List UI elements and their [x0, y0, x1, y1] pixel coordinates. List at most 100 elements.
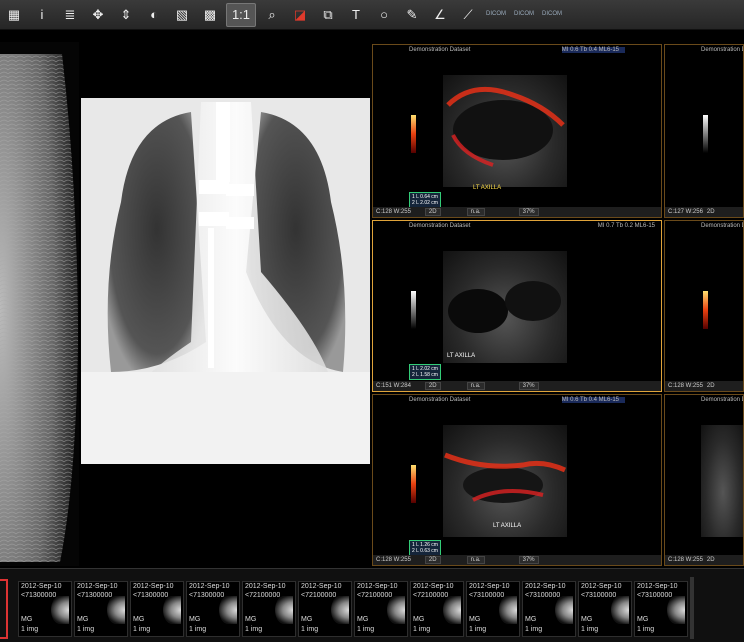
- window-level: C:128 W:255: [668, 557, 703, 563]
- mode-label: 2D: [706, 209, 715, 215]
- color-scale-icon: [411, 465, 416, 503]
- zoom-icon[interactable]: ⌕: [260, 3, 284, 27]
- magnify-icon[interactable]: ○: [372, 3, 396, 27]
- copy-icon[interactable]: ⧉: [316, 3, 340, 27]
- probe-info: MI 0.6 Tb 0.4 ML6-15: [561, 47, 625, 53]
- window-level: C:128 W:255: [376, 557, 411, 563]
- thumbnail-image: [219, 596, 237, 624]
- thumbnail-id: <72100000: [301, 592, 337, 599]
- thumbnail-modality: MG: [581, 616, 593, 623]
- series-thumbnail[interactable]: 2012-Sep-10 <73100000 MG 1 img: [466, 581, 520, 637]
- thumbnail-date: 2012-Sep-10: [525, 583, 566, 590]
- zoom-select[interactable]: 37%: [518, 382, 539, 390]
- series-thumbnail[interactable]: 2012-Sep-10 <72100000 MG 1 img: [298, 581, 352, 637]
- thumbnail-id: <71300000: [21, 592, 57, 599]
- series-thumbnail[interactable]: 2012-Sep-10 <73100000 MG 1 img: [522, 581, 576, 637]
- ultrasound-viewport-6[interactable]: Demonstration Dataset C:128 W:255 2D: [664, 394, 744, 566]
- mode-label: 2D: [706, 557, 715, 563]
- thumbnail-image: [331, 596, 349, 624]
- thumbnail-date: 2012-Sep-10: [469, 583, 510, 590]
- angle-icon[interactable]: ∠: [428, 3, 452, 27]
- series-thumbnail[interactable]: 2012-Sep-10 <71300000 MG 1 img: [130, 581, 184, 637]
- series-thumbnail[interactable]: 2012-Sep-10 <73100000 MG 1 img: [634, 581, 688, 637]
- viewport-footer: C:128 W:255 2D: [665, 555, 743, 565]
- grid-icon[interactable]: ▩: [198, 3, 222, 27]
- viewport-footer: C:128 W:255 2D: [665, 381, 743, 391]
- thumbnail-modality: MG: [189, 616, 201, 623]
- thumbnail-image: [275, 596, 293, 624]
- actual-size-icon[interactable]: 1:1: [226, 2, 256, 27]
- dicom-icon[interactable]: DICOM: [484, 3, 508, 27]
- thumbnail-image: [611, 596, 629, 624]
- na-select[interactable]: n.a.: [466, 382, 485, 390]
- chest-xray-viewport[interactable]: [81, 42, 370, 566]
- dicom-icon[interactable]: DICOM: [512, 3, 536, 27]
- viewport-footer: C:128 W:255 2D n.a. 37%: [373, 555, 661, 565]
- ultrasound-viewport-5[interactable]: Demonstration Dataset C:128 W:255 2D: [664, 220, 744, 392]
- thumbnail-modality: MG: [21, 616, 33, 623]
- thumbnail-modality: MG: [413, 616, 425, 623]
- series-thumbnail-strip: 2012-Sep-10 <71300000 MG 1 img 2012-Sep-10 <7…: [0, 568, 744, 642]
- thumbnail-date: 2012-Sep-10: [245, 583, 286, 590]
- ultrasound-viewport-1[interactable]: Demonstration Dataset MI 0.6 Tb 0.4 ML6-…: [372, 44, 662, 218]
- ultrasound-viewport-3[interactable]: Demonstration Dataset MI 0.6 Tb 0.4 ML6-…: [372, 394, 662, 566]
- probe-info: MI 0.6 Tb 0.4 ML6-15: [561, 397, 625, 403]
- thumbnail-image: [555, 596, 573, 624]
- series-thumbnail[interactable]: 2012-Sep-10 <71300000 MG 1 img: [74, 581, 128, 637]
- ultrasound-image: [701, 425, 743, 537]
- thumbnail-id: <71300000: [133, 592, 169, 599]
- series-thumbnail[interactable]: 2012-Sep-10 <72100000 MG 1 img: [242, 581, 296, 637]
- mode-select[interactable]: 2D: [424, 382, 441, 390]
- thumbnail-modality: MG: [133, 616, 145, 623]
- thumbnail-count: 1 img: [77, 626, 95, 633]
- probe-info: MI 0.7 Tb 0.2 ML6-15: [597, 223, 655, 229]
- layout-icon[interactable]: ▦: [2, 3, 26, 27]
- measurement-2: 2 L 0.63 cm: [412, 548, 438, 554]
- pan-icon[interactable]: ✥: [86, 3, 110, 27]
- thumbnail-modality: MG: [637, 616, 649, 623]
- series-thumbnail[interactable]: 2012-Sep-10 <72100000 MG 1 img: [410, 581, 464, 637]
- window-level-icon[interactable]: ▧: [170, 3, 194, 27]
- series-thumbnail[interactable]: 2012-Sep-10 <73100000 MG 1 img: [578, 581, 632, 637]
- stack-icon[interactable]: ≣: [58, 3, 82, 27]
- thumbnail-id: <73100000: [581, 592, 617, 599]
- strip-selection-marker: [0, 579, 8, 639]
- zoom-select[interactable]: 37%: [518, 208, 539, 216]
- na-select[interactable]: n.a.: [466, 208, 485, 216]
- pen-icon[interactable]: ✎: [400, 3, 424, 27]
- invert-icon[interactable]: ◐: [142, 3, 166, 27]
- mode-select[interactable]: 2D: [424, 556, 441, 564]
- dicom-icon[interactable]: DICOM: [540, 3, 564, 27]
- measurement-box: 1 L 1.26 cm 2 L 0.63 cm: [409, 540, 441, 556]
- info-icon[interactable]: i: [30, 3, 54, 27]
- na-select[interactable]: n.a.: [466, 556, 485, 564]
- thumbnail-id: <71300000: [189, 592, 225, 599]
- thumbnail-count: 1 img: [413, 626, 431, 633]
- gray-scale-icon: [703, 115, 708, 153]
- measurement-box: 1 L 2.02 cm 2 L 1.58 cm: [409, 364, 441, 380]
- toolbar: ▦ i ≣ ✥ ⇕ ◐ ▧ ▩ 1:1 ⌕ ◪ ⧉ T ○ ✎ ∠ ⟋ DICOM DICOM DICOM: [0, 0, 744, 30]
- thumbnail-image: [107, 596, 125, 624]
- thumbnail-date: 2012-Sep-10: [357, 583, 398, 590]
- ultrasound-viewport-2[interactable]: Demonstration Dataset MI 0.7 Tb 0.2 ML6-…: [372, 220, 662, 392]
- thumbnail-image: [499, 596, 517, 624]
- region-label: LT AXILLA: [473, 185, 502, 191]
- scroll-icon[interactable]: ⇕: [114, 3, 138, 27]
- thumbnail-id: <72100000: [245, 592, 281, 599]
- thumbnail-count: 1 img: [581, 626, 599, 633]
- measurement-2: 2 L 2.02 cm: [412, 200, 438, 206]
- zoom-select[interactable]: 37%: [518, 556, 539, 564]
- ruler-icon[interactable]: ⟋: [456, 3, 480, 27]
- mammogram-viewport[interactable]: [0, 42, 79, 566]
- series-thumbnail[interactable]: 2012-Sep-10 <71300000 MG 1 img: [18, 581, 72, 637]
- window-level: C:128 W:255: [668, 383, 703, 389]
- thumbnail-count: 1 img: [637, 626, 655, 633]
- cutline-icon[interactable]: ◪: [288, 3, 312, 27]
- series-thumbnail[interactable]: 2012-Sep-10 <72100000 MG 1 img: [354, 581, 408, 637]
- text-icon[interactable]: T: [344, 3, 368, 27]
- mode-select[interactable]: 2D: [424, 208, 441, 216]
- ultrasound-viewport-4[interactable]: Demonstration Dataset C:127 W:256 2D: [664, 44, 744, 218]
- thumbnail-image: [163, 596, 181, 624]
- thumbnail-id: <73100000: [525, 592, 561, 599]
- series-thumbnail[interactable]: 2012-Sep-10 <71300000 MG 1 img: [186, 581, 240, 637]
